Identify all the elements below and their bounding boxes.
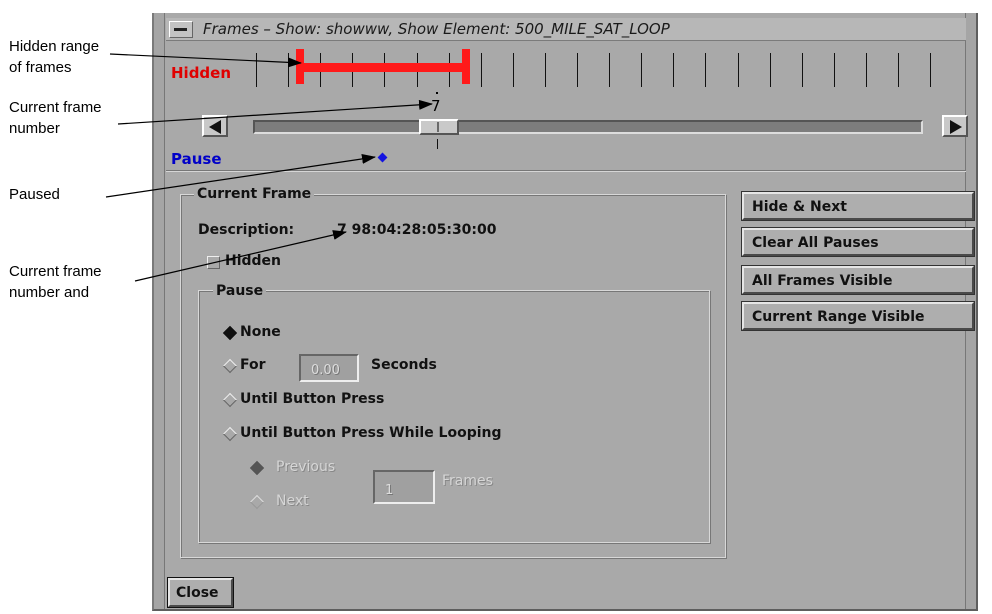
seconds-input[interactable]: 0.00 [299, 354, 359, 382]
callout-line-2: number [9, 120, 60, 137]
callout-line-2: of frames [9, 59, 72, 76]
title-bar[interactable]: Frames – Show: showww, Show Element: 500… [166, 18, 966, 41]
frame-tick[interactable] [769, 53, 771, 87]
left-arrow-icon [209, 120, 221, 134]
frame-tick[interactable] [577, 53, 578, 87]
description-label: Description: [198, 222, 295, 238]
callout-line-2: number and [9, 284, 90, 301]
window-title: Frames – Show: showww, Show Element: 500… [203, 20, 670, 38]
pause-until-press-label[interactable]: Until Button Press [240, 391, 384, 407]
next-frame-button[interactable] [942, 115, 968, 137]
next-label: Next [276, 493, 309, 509]
callout-line-1: Current frame [9, 263, 102, 280]
frame-tick[interactable] [256, 53, 257, 87]
frame-tick[interactable] [480, 53, 482, 87]
frame-tick[interactable] [288, 53, 290, 87]
frame-tick[interactable] [641, 53, 643, 87]
frame-tick[interactable] [930, 53, 932, 87]
pause-group-title: Pause [213, 283, 267, 299]
window-frame-left[interactable] [154, 13, 165, 609]
hidden-range-bar[interactable] [298, 63, 468, 72]
callout-current-frame-number-and: Current frame number and [9, 261, 102, 303]
callout-line-1: Paused [9, 186, 60, 203]
pause-none-label[interactable]: None [240, 324, 281, 340]
seconds-label: Seconds [371, 357, 437, 373]
current-range-visible-button[interactable]: Current Range Visible [742, 302, 974, 330]
pause-for-label[interactable]: For [240, 357, 266, 373]
hidden-range-start-handle[interactable] [296, 49, 304, 84]
pause-until-press-looping-label[interactable]: Until Button Press While Looping [240, 425, 502, 441]
current-frame-marker [436, 92, 438, 94]
callout-line-1: Hidden range [9, 38, 100, 55]
frame-slider-ticker [437, 139, 438, 149]
close-button[interactable]: Close [168, 578, 233, 607]
frame-tick[interactable] [705, 53, 707, 87]
callout-current-frame-number: Current frame number [9, 97, 102, 139]
hidden-range-end-handle[interactable] [462, 49, 470, 84]
window-menu-icon[interactable] [169, 21, 193, 38]
frame-tick[interactable] [833, 53, 835, 87]
frames-input: 1 [373, 470, 435, 504]
previous-frame-button[interactable] [202, 115, 228, 137]
frames-window: Frames – Show: showww, Show Element: 500… [152, 13, 978, 611]
frames-label: Frames [442, 473, 493, 489]
diamond-icon[interactable] [377, 152, 388, 163]
frame-tick[interactable] [673, 53, 675, 87]
hidden-checkbox[interactable] [207, 256, 220, 269]
frame-tick[interactable] [512, 53, 514, 87]
callout-hidden-range: Hidden range of frames [9, 36, 99, 78]
hidden-track-label: Hidden [171, 64, 232, 82]
current-frame-number: 7 [431, 97, 441, 115]
callout-line-1: Current frame [9, 99, 102, 116]
frame-tick[interactable] [898, 53, 899, 87]
frame-slider-thumb[interactable] [419, 119, 459, 135]
all-frames-visible-button[interactable]: All Frames Visible [742, 266, 974, 294]
frame-tick[interactable] [737, 53, 739, 87]
description-value: 7 98:04:28:05:30:00 [337, 222, 497, 238]
previous-label: Previous [276, 459, 336, 475]
clear-all-pauses-button[interactable]: Clear All Pauses [742, 228, 974, 256]
hidden-checkbox-label[interactable]: Hidden [225, 253, 281, 269]
callout-paused: Paused [9, 184, 60, 205]
frame-tick[interactable] [801, 53, 803, 87]
right-arrow-icon [950, 120, 962, 134]
pause-track-label: Pause [171, 150, 222, 168]
frame-slider-track[interactable] [253, 120, 923, 134]
hide-next-button[interactable]: Hide & Next [742, 192, 974, 220]
current-frame-group-title: Current Frame [194, 186, 315, 202]
separator [166, 170, 966, 172]
frame-tick[interactable] [609, 53, 611, 87]
frame-tick[interactable] [865, 53, 867, 87]
frame-tick[interactable] [544, 53, 546, 87]
